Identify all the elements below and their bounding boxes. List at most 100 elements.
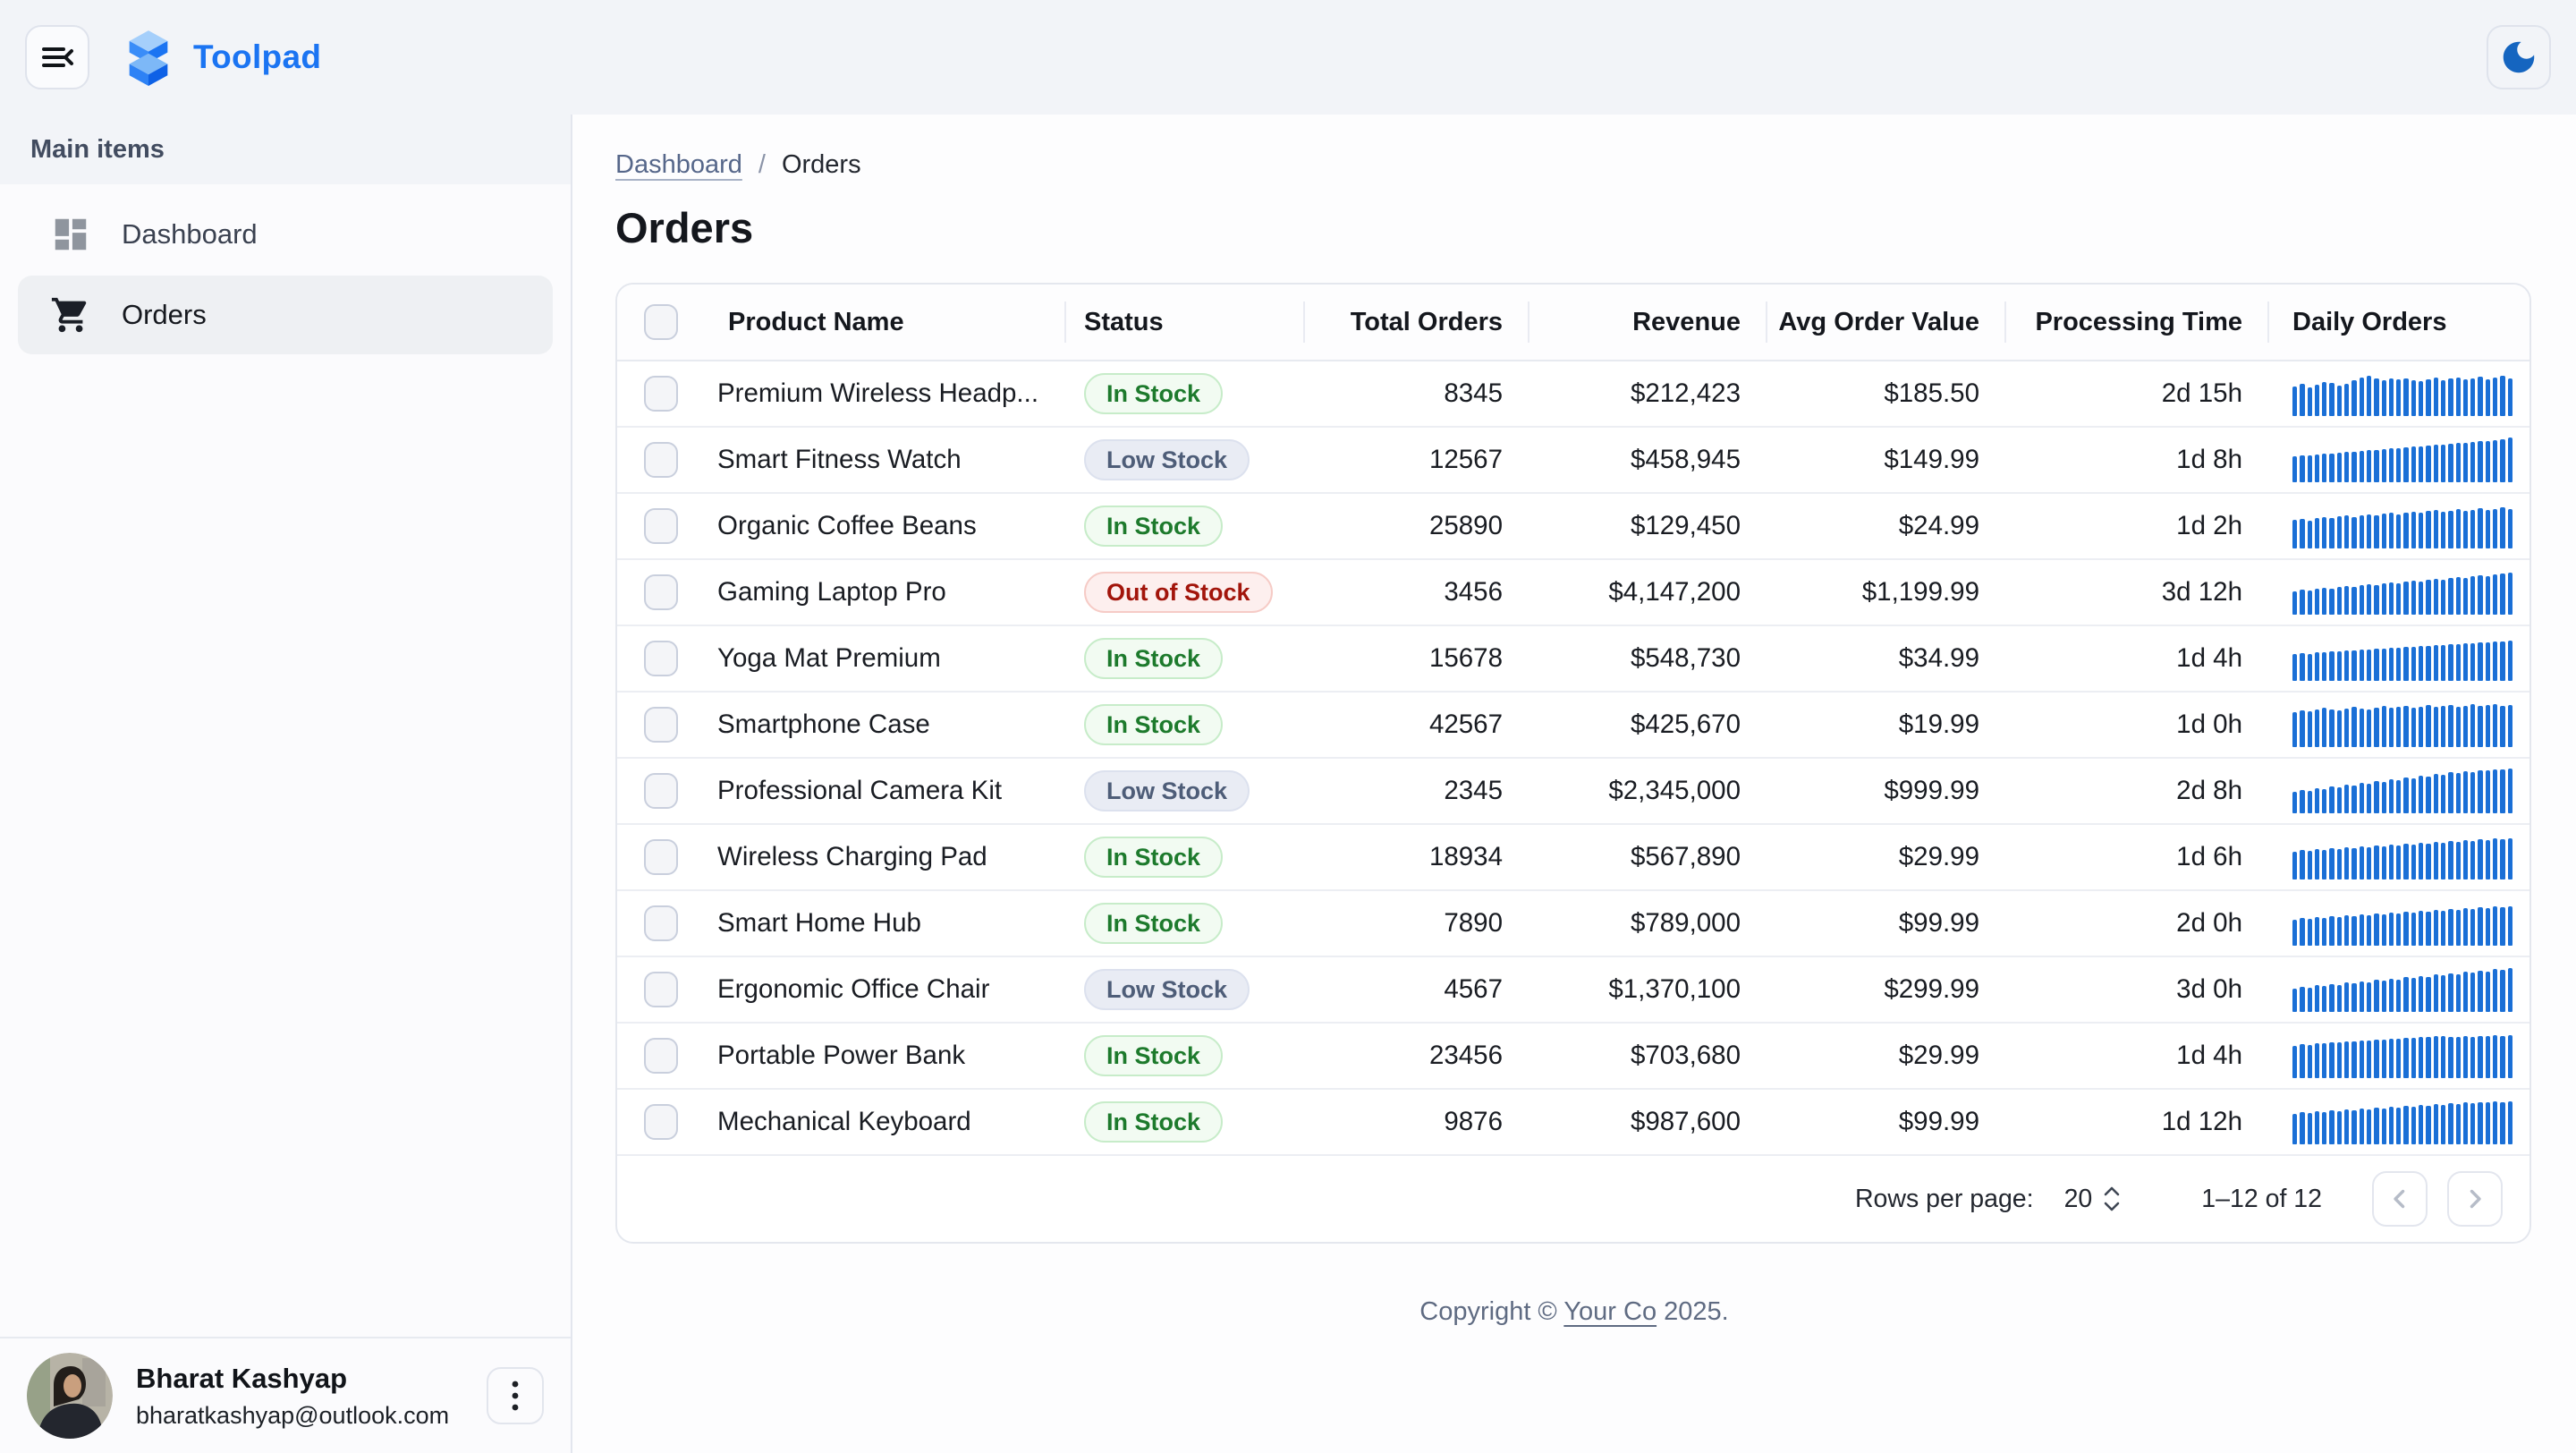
sidebar-item-dashboard[interactable]: Dashboard bbox=[18, 195, 553, 274]
row-checkbox[interactable] bbox=[644, 1104, 678, 1140]
row-checkbox[interactable] bbox=[644, 574, 678, 610]
row-checkbox[interactable] bbox=[644, 508, 678, 544]
theme-toggle-button[interactable] bbox=[2487, 25, 2551, 89]
row-checkbox[interactable] bbox=[644, 905, 678, 941]
revenue-cell: $4,147,200 bbox=[1530, 577, 1767, 608]
product-name-cell: Professional Camera Kit bbox=[710, 776, 1066, 806]
copyright-prefix: Copyright © bbox=[1419, 1297, 1563, 1326]
product-name-cell: Smartphone Case bbox=[710, 710, 1066, 740]
table-row[interactable]: Wireless Charging Pad In Stock 18934 $56… bbox=[617, 825, 2529, 891]
row-checkbox-cell bbox=[617, 376, 710, 412]
total-orders-cell: 7890 bbox=[1305, 908, 1530, 939]
daily-orders-sparkline bbox=[2292, 702, 2512, 747]
cart-icon bbox=[50, 294, 91, 336]
user-menu-button[interactable] bbox=[487, 1367, 544, 1424]
table-row[interactable]: Smart Fitness Watch Low Stock 12567 $458… bbox=[617, 428, 2529, 494]
table-row[interactable]: Professional Camera Kit Low Stock 2345 $… bbox=[617, 759, 2529, 825]
sidebar-section-label: Main items bbox=[0, 115, 571, 184]
row-checkbox-cell bbox=[617, 508, 710, 544]
user-account-section: Bharat Kashyap bharatkashyap@outlook.com bbox=[0, 1337, 571, 1453]
daily-orders-sparkline bbox=[2292, 769, 2512, 813]
column-header-daily-orders[interactable]: Daily Orders bbox=[2269, 285, 2531, 360]
daily-orders-sparkline bbox=[2292, 371, 2512, 416]
column-header-status[interactable]: Status bbox=[1066, 285, 1305, 360]
pagination-range: 1–12 of 12 bbox=[2201, 1185, 2322, 1214]
total-orders-cell: 8345 bbox=[1305, 378, 1530, 409]
row-checkbox[interactable] bbox=[644, 442, 678, 478]
table-row[interactable]: Smart Home Hub In Stock 7890 $789,000 $9… bbox=[617, 891, 2529, 957]
table-row[interactable]: Yoga Mat Premium In Stock 15678 $548,730… bbox=[617, 626, 2529, 693]
daily-orders-sparkline bbox=[2292, 1100, 2512, 1144]
status-cell: In Stock bbox=[1066, 1101, 1305, 1143]
chevron-up-icon bbox=[2101, 1185, 2123, 1197]
table-row[interactable]: Premium Wireless Headp... In Stock 8345 … bbox=[617, 361, 2529, 428]
total-orders-cell: 3456 bbox=[1305, 577, 1530, 608]
table-row[interactable]: Ergonomic Office Chair Low Stock 4567 $1… bbox=[617, 957, 2529, 1024]
revenue-cell: $1,370,100 bbox=[1530, 974, 1767, 1005]
avg-order-value-cell: $34.99 bbox=[1767, 643, 2006, 674]
status-badge: In Stock bbox=[1084, 506, 1223, 547]
rows-per-page-stepper[interactable] bbox=[2101, 1185, 2123, 1213]
previous-page-button[interactable] bbox=[2372, 1171, 2428, 1227]
table-row[interactable]: Smartphone Case In Stock 42567 $425,670 … bbox=[617, 693, 2529, 759]
row-checkbox[interactable] bbox=[644, 376, 678, 412]
row-checkbox[interactable] bbox=[644, 972, 678, 1007]
status-badge: In Stock bbox=[1084, 1035, 1223, 1076]
revenue-cell: $2,345,000 bbox=[1530, 776, 1767, 806]
product-name-cell: Mechanical Keyboard bbox=[710, 1107, 1066, 1137]
column-header-revenue[interactable]: Revenue bbox=[1530, 285, 1767, 360]
company-link[interactable]: Your Co bbox=[1563, 1297, 1657, 1326]
revenue-cell: $548,730 bbox=[1530, 643, 1767, 674]
next-page-button[interactable] bbox=[2447, 1171, 2503, 1227]
daily-orders-cell bbox=[2269, 371, 2531, 416]
app-title: Toolpad bbox=[193, 38, 321, 76]
processing-time-cell: 1d 8h bbox=[2006, 445, 2269, 475]
product-name-cell: Smart Home Hub bbox=[710, 908, 1066, 939]
rows-per-page-label: Rows per page: bbox=[1855, 1185, 2034, 1214]
daily-orders-cell bbox=[2269, 835, 2531, 879]
table-row[interactable]: Portable Power Bank In Stock 23456 $703,… bbox=[617, 1024, 2529, 1090]
rows-per-page-value[interactable]: 20 bbox=[2064, 1185, 2093, 1214]
moon-icon bbox=[2498, 37, 2539, 78]
daily-orders-sparkline bbox=[2292, 570, 2512, 615]
revenue-cell: $567,890 bbox=[1530, 842, 1767, 872]
column-header-total-orders[interactable]: Total Orders bbox=[1305, 285, 1530, 360]
breadcrumb-dashboard-link[interactable]: Dashboard bbox=[615, 150, 742, 180]
column-header-product-name[interactable]: Product Name bbox=[710, 285, 1066, 360]
row-checkbox[interactable] bbox=[644, 773, 678, 809]
select-all-checkbox[interactable] bbox=[644, 304, 678, 340]
status-badge: In Stock bbox=[1084, 1101, 1223, 1143]
column-header-avg-order-value[interactable]: Avg Order Value bbox=[1767, 285, 2006, 360]
column-header-processing-time[interactable]: Processing Time bbox=[2006, 285, 2269, 360]
user-avatar[interactable] bbox=[27, 1353, 113, 1439]
sidebar-item-orders[interactable]: Orders bbox=[18, 276, 553, 354]
app-logo: Toolpad bbox=[123, 29, 321, 86]
daily-orders-cell bbox=[2269, 504, 2531, 548]
processing-time-cell: 3d 0h bbox=[2006, 974, 2269, 1005]
breadcrumb: Dashboard / Orders bbox=[615, 150, 2533, 180]
status-badge: In Stock bbox=[1084, 903, 1223, 944]
daily-orders-sparkline bbox=[2292, 504, 2512, 548]
status-badge: Low Stock bbox=[1084, 969, 1250, 1010]
avg-order-value-cell: $24.99 bbox=[1767, 511, 2006, 541]
row-checkbox-cell bbox=[617, 574, 710, 610]
row-checkbox[interactable] bbox=[644, 707, 678, 743]
daily-orders-cell bbox=[2269, 769, 2531, 813]
daily-orders-sparkline bbox=[2292, 835, 2512, 879]
row-checkbox[interactable] bbox=[644, 839, 678, 875]
status-cell: In Stock bbox=[1066, 704, 1305, 745]
table-row[interactable]: Organic Coffee Beans In Stock 25890 $129… bbox=[617, 494, 2529, 560]
copyright-footer: Copyright © Your Co 2025. bbox=[615, 1297, 2533, 1327]
row-checkbox[interactable] bbox=[644, 641, 678, 676]
table-row[interactable]: Gaming Laptop Pro Out of Stock 3456 $4,1… bbox=[617, 560, 2529, 626]
table-row[interactable]: Mechanical Keyboard In Stock 9876 $987,6… bbox=[617, 1090, 2529, 1156]
status-cell: In Stock bbox=[1066, 638, 1305, 679]
toolpad-logo-icon bbox=[123, 29, 174, 86]
row-checkbox-cell bbox=[617, 1038, 710, 1074]
product-name-cell: Gaming Laptop Pro bbox=[710, 577, 1066, 608]
collapse-sidebar-button[interactable] bbox=[25, 25, 89, 89]
table-pagination: Rows per page: 20 1–12 of 12 bbox=[617, 1156, 2529, 1242]
page-title: Orders bbox=[615, 203, 2533, 252]
row-checkbox[interactable] bbox=[644, 1038, 678, 1074]
sidebar-item-label: Orders bbox=[122, 299, 207, 331]
